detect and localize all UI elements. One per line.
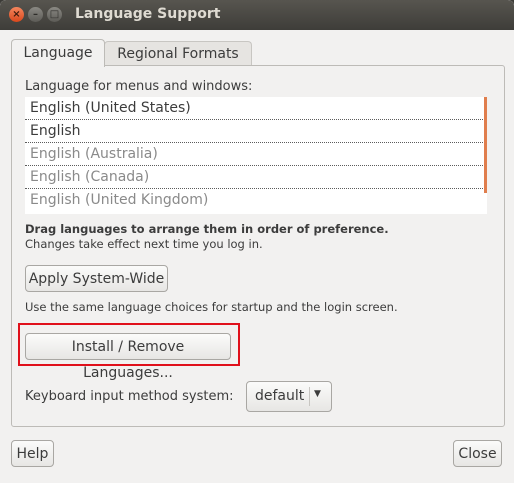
- chevron-down-icon: ▼: [314, 389, 321, 399]
- window-close-button[interactable]: ×: [9, 7, 24, 22]
- effect-hint: Changes take effect next time you log in…: [25, 237, 263, 251]
- drag-hint: Drag languages to arrange them in order …: [25, 222, 389, 236]
- apply-system-wide-button[interactable]: Apply System-Wide: [25, 265, 168, 292]
- language-list-scrollbar[interactable]: [484, 97, 487, 193]
- language-support-window: × – □ Language Support Regional Formats …: [0, 0, 514, 483]
- install-remove-languages-button[interactable]: Install / Remove Languages...: [25, 333, 231, 381]
- language-item-en[interactable]: English: [25, 120, 487, 143]
- window-title: Language Support: [75, 6, 221, 22]
- language-list[interactable]: English (United States) English English …: [25, 97, 487, 214]
- title-bar: × – □ Language Support: [0, 0, 514, 30]
- language-item-en-us[interactable]: English (United States): [25, 97, 487, 120]
- window-maximize-button[interactable]: □: [47, 7, 62, 22]
- tab-regional-formats[interactable]: Regional Formats: [104, 41, 252, 66]
- language-item-en-au[interactable]: English (Australia): [25, 143, 487, 166]
- language-item-en-gb[interactable]: English (United Kingdom): [25, 189, 487, 212]
- tab-language[interactable]: Language: [11, 39, 105, 67]
- apply-hint: Use the same language choices for startu…: [25, 300, 398, 314]
- combo-separator: [309, 387, 310, 406]
- keyboard-input-method-select[interactable]: default ▼: [246, 381, 332, 412]
- close-button[interactable]: Close: [453, 440, 502, 467]
- language-item-en-ca[interactable]: English (Canada): [25, 166, 487, 189]
- keyboard-input-value: default: [255, 388, 305, 404]
- keyboard-input-label: Keyboard input method system:: [25, 389, 234, 404]
- help-button[interactable]: Help: [11, 440, 54, 467]
- window-minimize-button[interactable]: –: [28, 7, 43, 22]
- language-list-label: Language for menus and windows:: [25, 79, 253, 94]
